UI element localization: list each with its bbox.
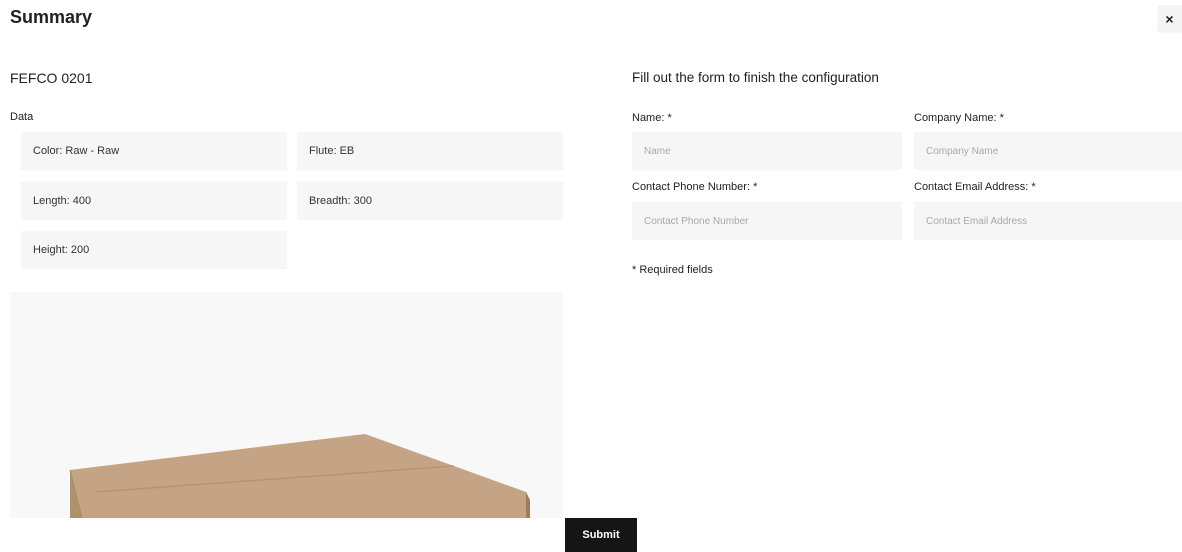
close-icon[interactable]: × xyxy=(1157,5,1182,33)
product-name: FEFCO 0201 xyxy=(10,70,93,86)
box-top-face xyxy=(70,434,526,518)
spec-height: Height: 200 xyxy=(21,231,287,269)
name-label: Name: * xyxy=(632,112,672,124)
email-label: Contact Email Address: * xyxy=(914,181,1036,193)
company-name-label: Company Name: * xyxy=(914,112,1004,124)
company-name-input[interactable] xyxy=(914,132,1182,170)
spec-length: Length: 400 xyxy=(21,182,287,220)
summary-modal: Summary × FEFCO 0201 Data Color: Raw - R… xyxy=(0,0,1182,552)
form-title: Fill out the form to finish the configur… xyxy=(632,70,879,85)
spec-flute: Flute: EB xyxy=(297,132,563,170)
box-3d-preview[interactable] xyxy=(10,292,563,518)
modal-title: Summary xyxy=(10,7,93,27)
submit-button[interactable]: Submit xyxy=(565,518,637,552)
cardboard-box-image xyxy=(69,434,530,518)
phone-input[interactable] xyxy=(632,202,902,240)
spec-breadth: Breadth: 300 xyxy=(297,182,563,220)
email-input[interactable] xyxy=(914,202,1182,240)
spec-color: Color: Raw - Raw xyxy=(21,132,287,170)
box-right-face xyxy=(526,492,530,518)
name-input[interactable] xyxy=(632,132,902,170)
phone-label: Contact Phone Number: * xyxy=(632,181,758,193)
data-section-label: Data xyxy=(10,111,34,123)
required-fields-note: * Required fields xyxy=(632,264,713,276)
